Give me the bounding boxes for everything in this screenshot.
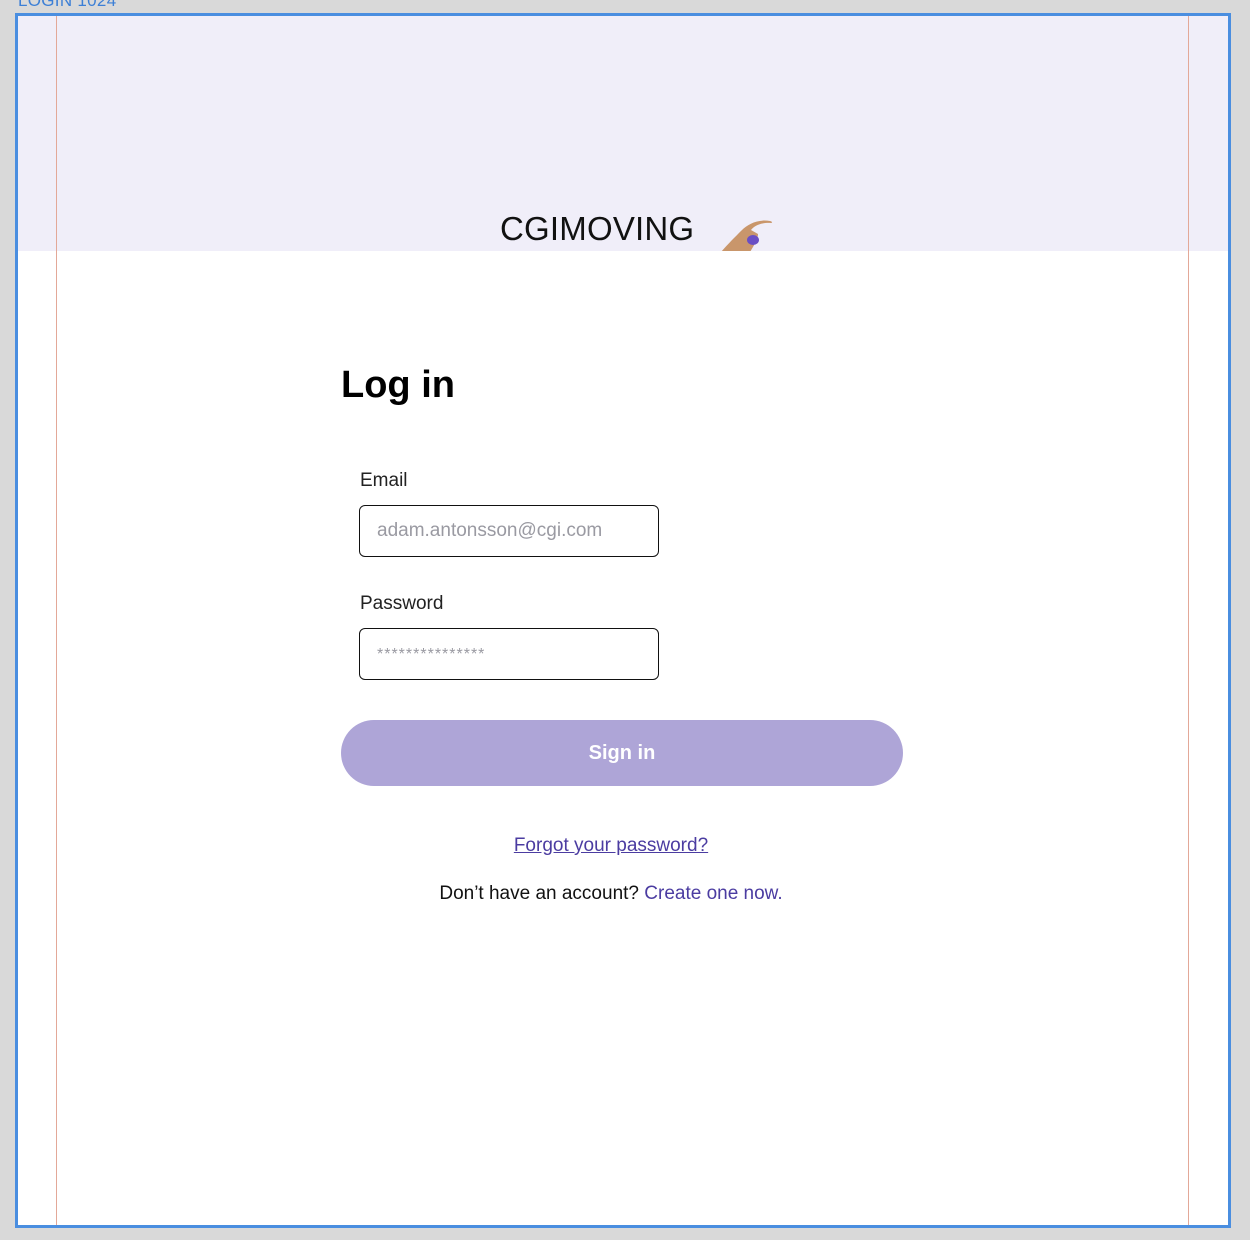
swimmer-icon [721,220,773,251]
header-band: CGIMOVING [18,16,1228,251]
signup-inner: Don’t have an account? Create one now. [439,883,782,904]
login-frame: CGIMOVING Log in Email Password Sign in … [15,13,1231,1228]
brand-title: CGIMOVING [500,210,695,247]
sign-in-button[interactable]: Sign in [341,720,903,786]
create-account-link[interactable]: Create one now. [644,883,782,904]
signup-row: Don’t have an account? Create one now. [18,883,1228,905]
email-field[interactable] [359,505,659,557]
forgot-password-link[interactable]: Forgot your password? [514,835,708,856]
layout-guide-left [56,16,57,1225]
layout-guide-right [1188,16,1189,1225]
page-title: Log in [341,364,455,406]
frame-label: LOGIN 1024 [18,0,117,10]
no-account-text: Don’t have an account? [439,883,639,904]
password-label: Password [360,593,444,614]
email-label: Email [360,470,408,491]
forgot-password-row: Forgot your password? [18,835,1228,857]
password-field[interactable] [359,628,659,680]
